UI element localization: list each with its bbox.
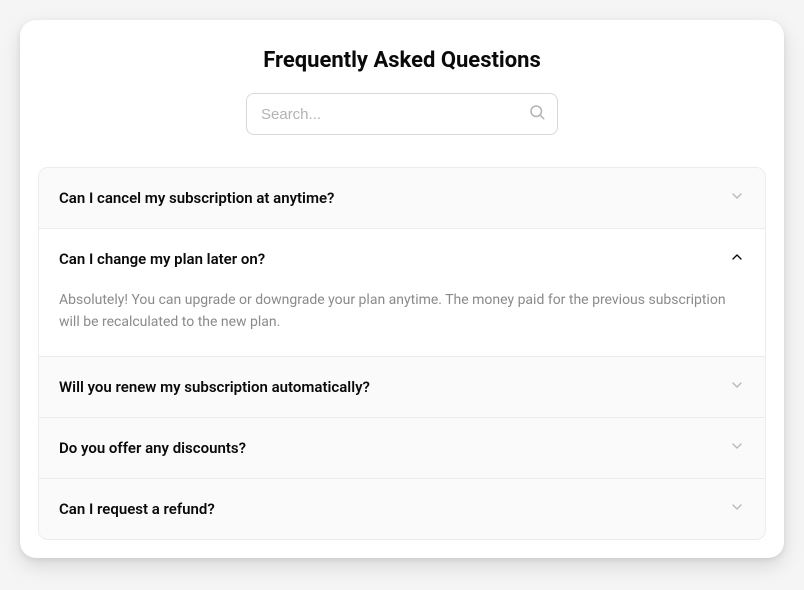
faq-item: Can I request a refund? (39, 479, 765, 539)
faq-question: Can I request a refund? (59, 500, 215, 518)
faq-toggle[interactable]: Do you offer any discounts? (39, 418, 765, 478)
chevron-down-icon (729, 499, 745, 519)
faq-item: Will you renew my subscription automatic… (39, 357, 765, 418)
faq-toggle[interactable]: Can I request a refund? (39, 479, 765, 539)
chevron-up-icon (729, 249, 745, 269)
chevron-down-icon (729, 377, 745, 397)
faq-question: Do you offer any discounts? (59, 439, 246, 457)
search-input[interactable] (246, 93, 558, 135)
search-box (246, 93, 558, 135)
faq-question: Can I change my plan later on? (59, 250, 265, 268)
page-title: Frequently Asked Questions (38, 48, 766, 73)
faq-answer: Absolutely! You can upgrade or downgrade… (39, 289, 765, 356)
faq-question: Can I cancel my subscription at anytime? (59, 189, 334, 207)
chevron-down-icon (729, 188, 745, 208)
faq-card: Frequently Asked Questions Can I cancel … (20, 20, 784, 558)
faq-item: Can I change my plan later on? Absolutel… (39, 229, 765, 357)
faq-question: Will you renew my subscription automatic… (59, 378, 370, 396)
faq-toggle[interactable]: Can I change my plan later on? (39, 229, 765, 289)
faq-toggle[interactable]: Can I cancel my subscription at anytime? (39, 168, 765, 228)
faq-list: Can I cancel my subscription at anytime?… (38, 167, 766, 540)
faq-item: Do you offer any discounts? (39, 418, 765, 479)
search-container (38, 93, 766, 135)
faq-toggle[interactable]: Will you renew my subscription automatic… (39, 357, 765, 417)
faq-item: Can I cancel my subscription at anytime? (39, 168, 765, 229)
chevron-down-icon (729, 438, 745, 458)
